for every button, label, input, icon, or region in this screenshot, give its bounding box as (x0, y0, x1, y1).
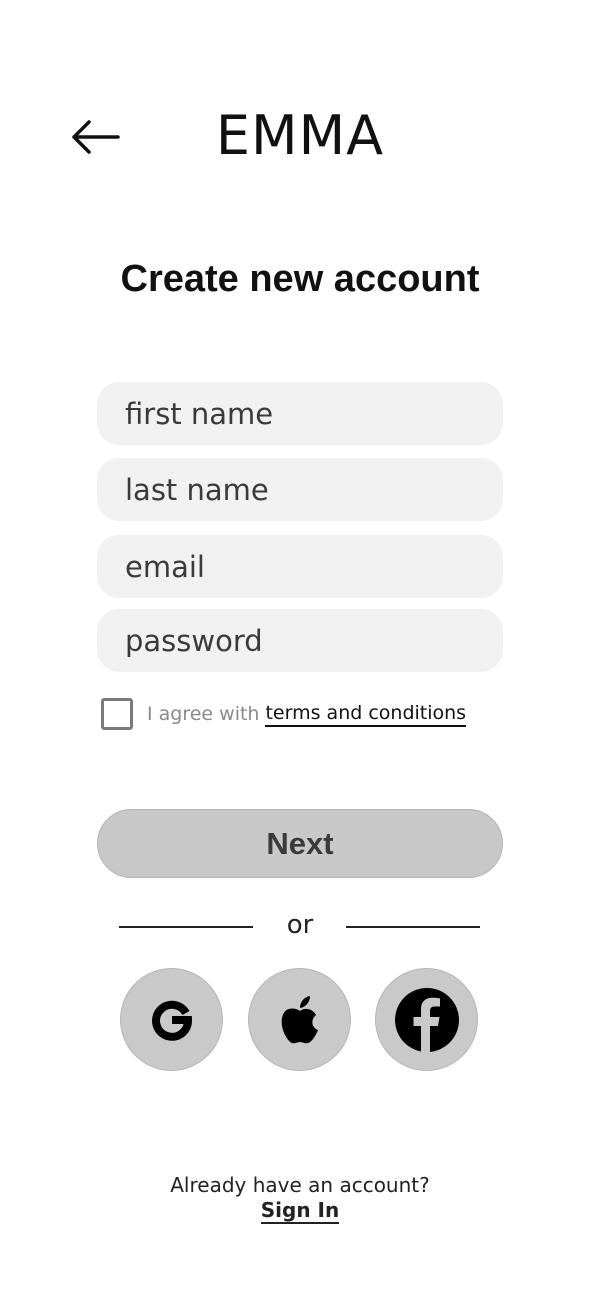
password-input[interactable] (97, 609, 503, 672)
google-icon (151, 1000, 192, 1041)
page-title: Create new account (120, 258, 480, 300)
brand-title: EMMA (215, 104, 385, 167)
divider-line-right (346, 926, 480, 928)
terms-link[interactable]: terms and conditions (265, 702, 467, 727)
last-name-field-wrapper (97, 458, 503, 521)
email-field-wrapper (97, 535, 503, 598)
last-name-input[interactable] (97, 458, 503, 521)
divider-or-text: or (286, 910, 314, 940)
already-have-account-text: Already have an account? (170, 1173, 430, 1197)
terms-checkbox[interactable] (101, 698, 133, 730)
agree-label: I agree with (147, 703, 260, 725)
signin-wrapper: Sign In (0, 1198, 600, 1224)
google-signin-button[interactable] (120, 968, 223, 1071)
terms-agreement: I agree with terms and conditions (101, 698, 467, 730)
password-field-wrapper (97, 609, 503, 672)
facebook-signin-button[interactable] (375, 968, 478, 1071)
sign-in-link[interactable]: Sign In (260, 1198, 340, 1224)
apple-signin-button[interactable] (248, 968, 351, 1071)
first-name-field-wrapper (97, 382, 503, 445)
email-input[interactable] (97, 535, 503, 598)
facebook-icon (394, 987, 459, 1053)
next-button[interactable]: Next (97, 809, 503, 878)
apple-icon (281, 995, 318, 1043)
first-name-input[interactable] (97, 382, 503, 445)
